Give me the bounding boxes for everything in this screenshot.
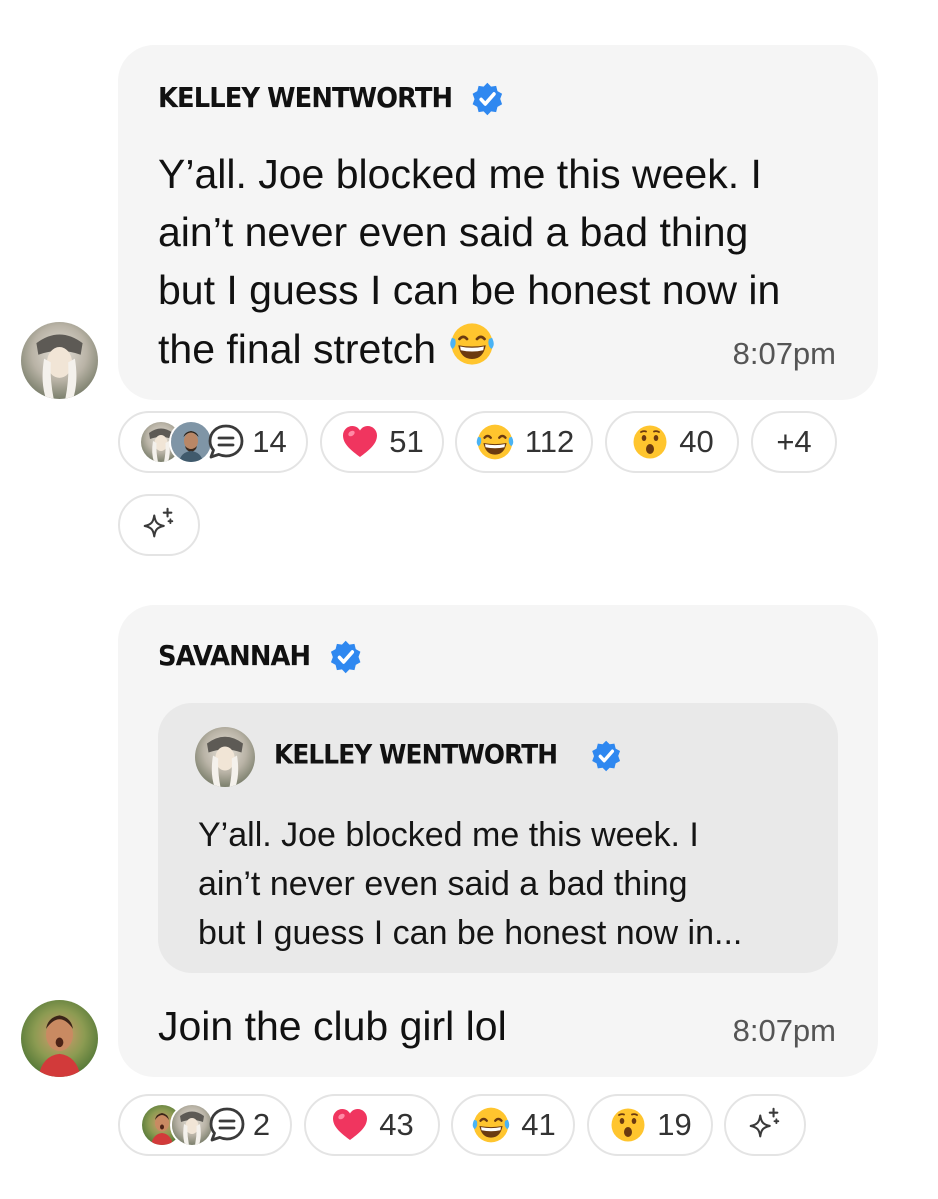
- sparkle-button[interactable]: [118, 494, 200, 556]
- wow-reaction-pill[interactable]: 40: [605, 411, 739, 473]
- tears-of-joy-emoji-icon: [447, 319, 497, 369]
- wow-reaction-pill[interactable]: 19: [587, 1094, 713, 1156]
- message-line-last: the final stretch: [158, 319, 780, 378]
- quoted-message[interactable]: KELLEY WENTWORTH Y’all. Joe blocked me t…: [158, 703, 838, 973]
- timestamp: 8:07pm: [732, 1013, 836, 1048]
- more-reactions-count: +4: [776, 424, 812, 459]
- kelley-avatar-image: [21, 322, 98, 399]
- sender-name[interactable]: SAVANNAH: [158, 639, 362, 675]
- message-bubble[interactable]: SAVANNAH KELLEY WENTWORTH Y’all. Joe blo…: [118, 605, 878, 1077]
- sender-name[interactable]: KELLEY WENTWORTH: [158, 81, 504, 117]
- replies-pill[interactable]: 14: [118, 411, 308, 473]
- tears-of-joy-emoji-icon: [474, 421, 516, 463]
- heart-icon: [340, 422, 380, 462]
- wow-count: 19: [657, 1107, 692, 1142]
- reply-count: 2: [252, 1107, 271, 1142]
- quote-text: Y’all. Joe blocked me this week. I ain’t…: [198, 811, 818, 958]
- laugh-reaction-pill[interactable]: 112: [455, 411, 593, 473]
- verified-badge-icon: [329, 639, 362, 675]
- quote-line: ain’t never even said a bad thing: [198, 865, 688, 903]
- comment-bubble-icon: [206, 422, 246, 462]
- message-text: Y’all. Joe blocked me this week. I ain’t…: [158, 145, 780, 378]
- comment-bubble-icon: [207, 1105, 247, 1145]
- sparkle-icon: [140, 506, 178, 544]
- wow-count: 40: [679, 424, 714, 459]
- laugh-reaction-pill[interactable]: 41: [451, 1094, 575, 1156]
- message-bubble[interactable]: KELLEY WENTWORTH Y’all. Joe blocked me t…: [118, 45, 878, 400]
- more-reactions-pill[interactable]: +4: [751, 411, 837, 473]
- heart-icon: [330, 1105, 370, 1145]
- reply-count: 14: [252, 424, 287, 459]
- timestamp: 8:07pm: [732, 336, 836, 371]
- surprised-face-icon: [608, 1105, 648, 1145]
- message-line: Y’all. Joe blocked me this week. I: [158, 151, 762, 197]
- verified-badge-icon: [471, 81, 504, 117]
- heart-count: 51: [389, 424, 424, 459]
- message-line: but I guess I can be honest now in: [158, 267, 781, 313]
- heart-reaction-pill[interactable]: 51: [320, 411, 444, 473]
- quote-line: Y’all. Joe blocked me this week. I: [198, 816, 699, 854]
- sparkle-icon: [746, 1106, 784, 1144]
- heart-count: 43: [379, 1107, 414, 1142]
- reply-avatars: [139, 420, 214, 464]
- quote-avatar: [195, 727, 255, 787]
- avatar[interactable]: [21, 322, 98, 399]
- surprised-face-icon: [630, 422, 670, 462]
- savannah-avatar-image: [21, 1000, 98, 1077]
- heart-reaction-pill[interactable]: 43: [304, 1094, 440, 1156]
- verified-badge-icon: [591, 739, 622, 773]
- reply-avatars: [139, 1103, 214, 1147]
- tears-of-joy-emoji-icon: [470, 1104, 512, 1146]
- sparkle-button[interactable]: [724, 1094, 806, 1156]
- quote-line: but I guess I can be honest now in...: [198, 914, 743, 952]
- laugh-count: 112: [524, 424, 575, 459]
- message-line: ain’t never even said a bad thing: [158, 209, 749, 255]
- message-text: Join the club girl lol: [158, 1003, 507, 1049]
- replies-pill[interactable]: 2: [118, 1094, 292, 1156]
- laugh-count: 41: [521, 1107, 556, 1142]
- quote-sender-name: KELLEY WENTWORTH: [274, 739, 622, 773]
- avatar[interactable]: [21, 1000, 98, 1077]
